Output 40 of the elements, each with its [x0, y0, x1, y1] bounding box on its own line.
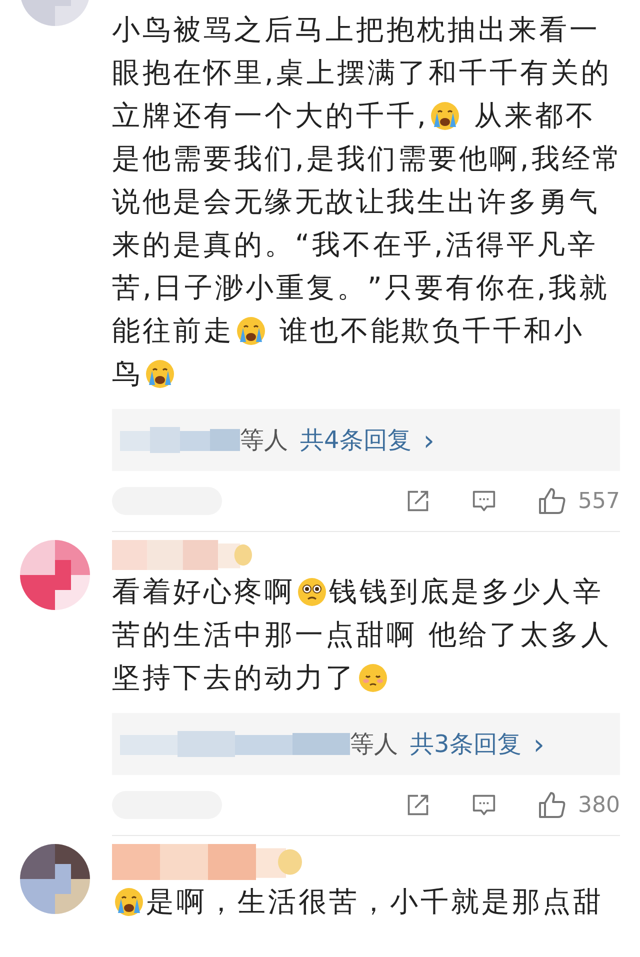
comment-text: 立牌还有一个大的千千,: [112, 98, 428, 134]
comment-text: 看着好心疼啊: [112, 574, 295, 610]
comment-text: 眼抱在怀里,桌上摆满了和千千有关的: [112, 55, 612, 91]
comment-text: 是他需要我们,是我们需要他啊,我经常: [112, 141, 623, 177]
view-replies-link[interactable]: 共4条回复: [300, 424, 412, 456]
comment-text: 谁也不能欺负千千和小: [278, 313, 584, 349]
comment-text: 鸟: [112, 356, 142, 392]
replies-panel[interactable]: 等人 共3条回复 ›: [112, 713, 620, 775]
others-label: 等人: [240, 425, 288, 456]
comment-text: 是啊，生活很苦，小千就是那点甜: [146, 884, 604, 920]
view-replies-link[interactable]: 共3条回复: [410, 728, 522, 760]
sad-face-icon: [358, 662, 388, 692]
comment-text: 能往前走: [112, 313, 234, 349]
chevron-icon: ›: [423, 424, 434, 456]
share-icon[interactable]: [406, 489, 430, 513]
avatar[interactable]: [20, 540, 90, 610]
crying-face-icon: [144, 358, 174, 388]
comment-text: 苦,日子渺小重复。”只要有你在,我就: [112, 270, 610, 306]
chevron-icon: ›: [533, 728, 544, 760]
comment-text: 苦的生活中那一点甜啊 他给了太多人: [112, 617, 612, 653]
like-count: 380: [578, 792, 620, 818]
thumbs-up-icon[interactable]: [538, 791, 566, 819]
crying-face-icon: [236, 316, 266, 346]
share-icon[interactable]: [406, 793, 430, 817]
comment-icon[interactable]: [472, 489, 496, 513]
avatar[interactable]: [20, 844, 90, 914]
comment-text: 坚持下去的动力了: [112, 660, 356, 696]
comment-text: 来的是真的。“我不在乎,活得平凡辛: [112, 227, 598, 263]
pleading-face-icon: [297, 576, 327, 606]
comment-text: 小鸟被骂之后马上把抱枕抽出来看一: [112, 12, 600, 48]
replies-panel[interactable]: 等人 共4条回复 ›: [112, 409, 620, 471]
comment-text: 钱钱到底是多少人辛: [329, 574, 604, 610]
crying-face-icon: [430, 100, 460, 130]
comment-text: 从来都不: [472, 98, 596, 134]
others-label: 等人: [350, 729, 398, 760]
comment-icon[interactable]: [472, 793, 496, 817]
thumbs-up-icon[interactable]: [538, 487, 566, 515]
crying-face-icon: [114, 886, 144, 916]
like-count: 557: [578, 488, 620, 514]
comment-text: 说他是会无缘无故让我生出许多勇气: [112, 184, 600, 220]
